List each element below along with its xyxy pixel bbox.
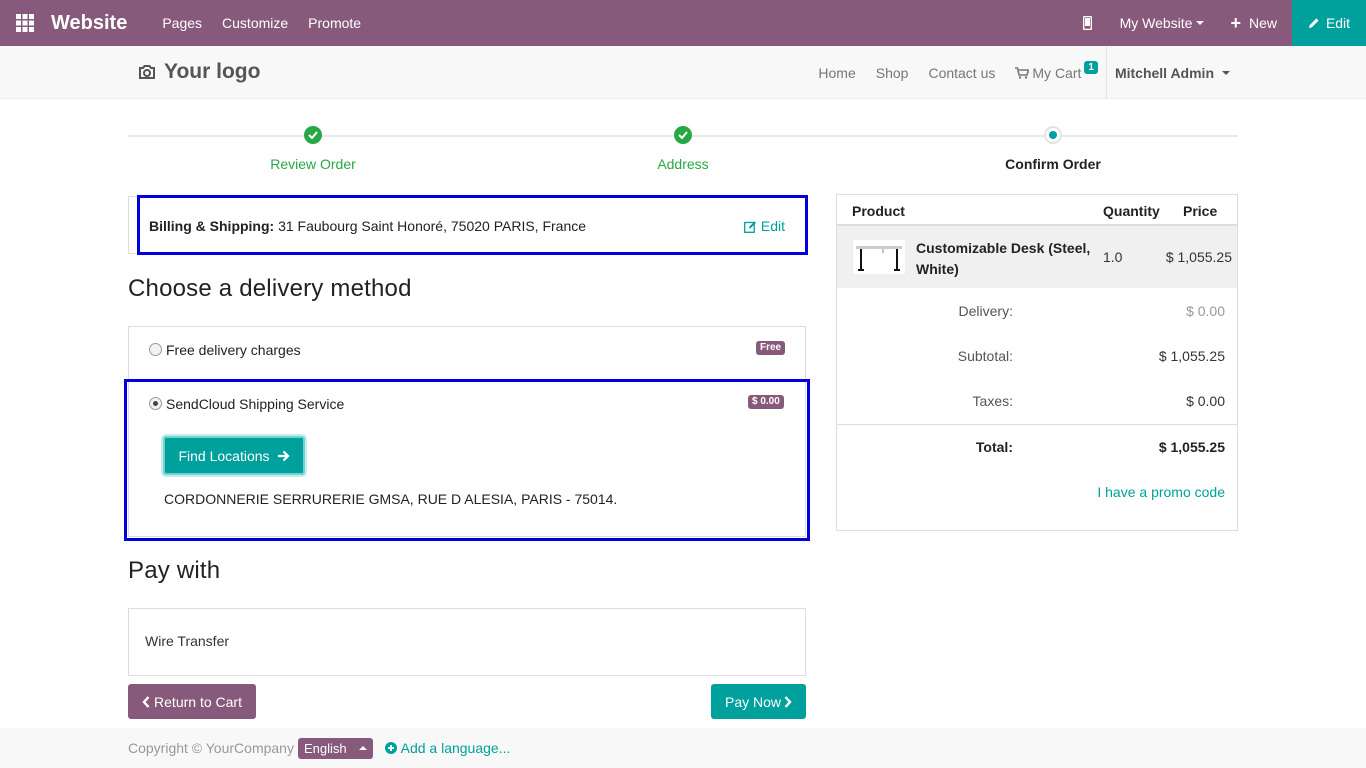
camera-icon (139, 65, 155, 79)
order-summary: Product Quantity Price Customizable Desk… (836, 194, 1238, 531)
edit-button[interactable]: Edit (1292, 0, 1366, 46)
menu-customize[interactable]: Customize (222, 15, 288, 31)
logo-text: Your logo (164, 60, 261, 83)
footer: Copyright © YourCompany English Add a la… (0, 728, 1366, 768)
mobile-preview-icon[interactable] (1069, 0, 1106, 46)
user-name: Mitchell Admin (1114, 64, 1214, 81)
delivery-heading: Choose a delivery method (128, 275, 412, 302)
delivery-label-sendcloud[interactable]: SendCloud Shipping Service (166, 396, 344, 412)
menu-promote[interactable]: Promote (308, 15, 361, 31)
total-value: $ 1,055.25 (1158, 439, 1225, 455)
chevron-left-icon (142, 695, 150, 708)
chevron-right-icon (784, 695, 792, 708)
product-price: $ 1,055.25 (1165, 249, 1232, 265)
admin-navbar-right: My Website + New Edit (1069, 0, 1366, 46)
return-label: Return to Cart (154, 693, 242, 710)
copyright: Copyright © YourCompany (128, 740, 294, 756)
billing-address: 31 Faubourg Saint Honoré, 75020 PARIS, F… (274, 218, 587, 234)
admin-menu: Pages Customize Promote (152, 15, 371, 31)
language-selector[interactable]: English (297, 737, 373, 759)
delivery-label-free[interactable]: Free delivery charges (166, 342, 301, 358)
plus-circle-icon (384, 742, 397, 754)
billing-shipping-card: Billing & Shipping: 31 Faubourg Saint Ho… (128, 196, 806, 254)
subtotal-value: $ 1,055.25 (1158, 348, 1225, 364)
pay-label: Pay Now (724, 693, 782, 710)
promo-code-link[interactable]: I have a promo code (1097, 484, 1225, 500)
language-label: English (303, 740, 347, 756)
user-menu[interactable]: Mitchell Admin (1105, 46, 1230, 99)
product-quantity: 1.0 (1103, 249, 1123, 265)
delivery-radio-free[interactable] (149, 343, 162, 356)
chevron-down-icon (1196, 21, 1205, 25)
wizard-step-label: Address (657, 156, 709, 172)
new-button[interactable]: + New (1218, 0, 1292, 46)
pencil-icon (1308, 18, 1319, 28)
find-locations-button[interactable]: Find Locations (163, 436, 305, 475)
billing-text: Billing & Shipping: 31 Faubourg Saint Ho… (149, 218, 586, 234)
app-brand[interactable]: Website (51, 12, 127, 35)
summary-header: Product Quantity Price (837, 195, 1237, 226)
return-to-cart-button[interactable]: Return to Cart (128, 684, 256, 719)
my-website-label: My Website (1119, 15, 1193, 31)
cart-icon (1015, 66, 1030, 79)
plus-icon: + (1230, 12, 1241, 33)
taxes-value: $ 0.00 (1186, 393, 1225, 409)
subtotal-label: Subtotal: (957, 348, 1013, 364)
taxes-label: Taxes: (972, 393, 1013, 409)
divider (837, 424, 1237, 425)
find-locations-label: Find Locations (178, 447, 270, 464)
current-step-icon (1044, 126, 1062, 144)
product-name[interactable]: Customizable Desk (Steel, White) (916, 238, 1091, 280)
edit-icon (743, 220, 756, 233)
payment-method-label: Wire Transfer (145, 633, 230, 649)
wizard-step-label: Confirm Order (1005, 156, 1101, 172)
price-badge: Free (756, 341, 786, 355)
product-image (852, 239, 906, 275)
add-language-label: Add a language... (400, 740, 511, 756)
check-circle-icon (304, 126, 322, 144)
edit-label: Edit (1325, 15, 1351, 31)
apps-menu-icon[interactable] (0, 0, 50, 46)
chevron-down-icon (1222, 70, 1230, 75)
add-language-link[interactable]: Add a language... (384, 740, 511, 756)
nav-shop[interactable]: Shop (876, 65, 909, 81)
site-nav: Home Shop Contact us My Cart 1 Mitchell … (798, 46, 1230, 99)
site-logo[interactable]: Your logo (138, 60, 260, 84)
table-row: Customizable Desk (Steel, White) 1.0 $ 1… (837, 226, 1237, 288)
header-quantity: Quantity (1103, 203, 1160, 219)
wizard-step-confirm: Confirm Order (868, 126, 1238, 172)
arrow-right-icon (277, 450, 290, 461)
check-circle-icon (674, 126, 692, 144)
header-product: Product (852, 203, 905, 219)
menu-pages[interactable]: Pages (162, 15, 202, 31)
nav-cart[interactable]: My Cart 1 (1015, 61, 1098, 81)
pay-now-button[interactable]: Pay Now (711, 684, 806, 719)
payment-heading: Pay with (128, 557, 221, 584)
nav-contact[interactable]: Contact us (928, 65, 995, 81)
new-label: New (1248, 15, 1277, 31)
wizard-step-label: Review Order (270, 156, 356, 172)
cart-count-badge: 1 (1084, 61, 1098, 74)
site-header: Your logo Home Shop Contact us My Cart 1… (0, 46, 1366, 99)
caret-up-icon (358, 746, 367, 750)
edit-label: Edit (760, 218, 785, 234)
billing-label: Billing & Shipping: (149, 218, 275, 234)
pickup-location: CORDONNERIE SERRURERIE GMSA, RUE D ALESI… (164, 491, 618, 507)
wizard-step-review[interactable]: Review Order (128, 126, 498, 172)
nav-home[interactable]: Home (818, 65, 855, 81)
delivery-radio-sendcloud[interactable] (149, 397, 162, 410)
billing-edit-link[interactable]: Edit (743, 218, 785, 234)
wizard-step-address[interactable]: Address (498, 126, 868, 172)
admin-navbar: Website Pages Customize Promote My Websi… (0, 0, 1366, 46)
total-label: Total: (975, 439, 1013, 455)
delivery-label: Delivery: (958, 303, 1013, 319)
header-price: Price (1183, 203, 1218, 219)
price-badge: $ 0.00 (748, 395, 784, 409)
my-website-dropdown[interactable]: My Website (1106, 0, 1219, 46)
delivery-value: $ 0.00 (1186, 303, 1225, 319)
payment-method-card[interactable]: Wire Transfer (128, 608, 806, 676)
cart-label: My Cart (1032, 64, 1082, 81)
